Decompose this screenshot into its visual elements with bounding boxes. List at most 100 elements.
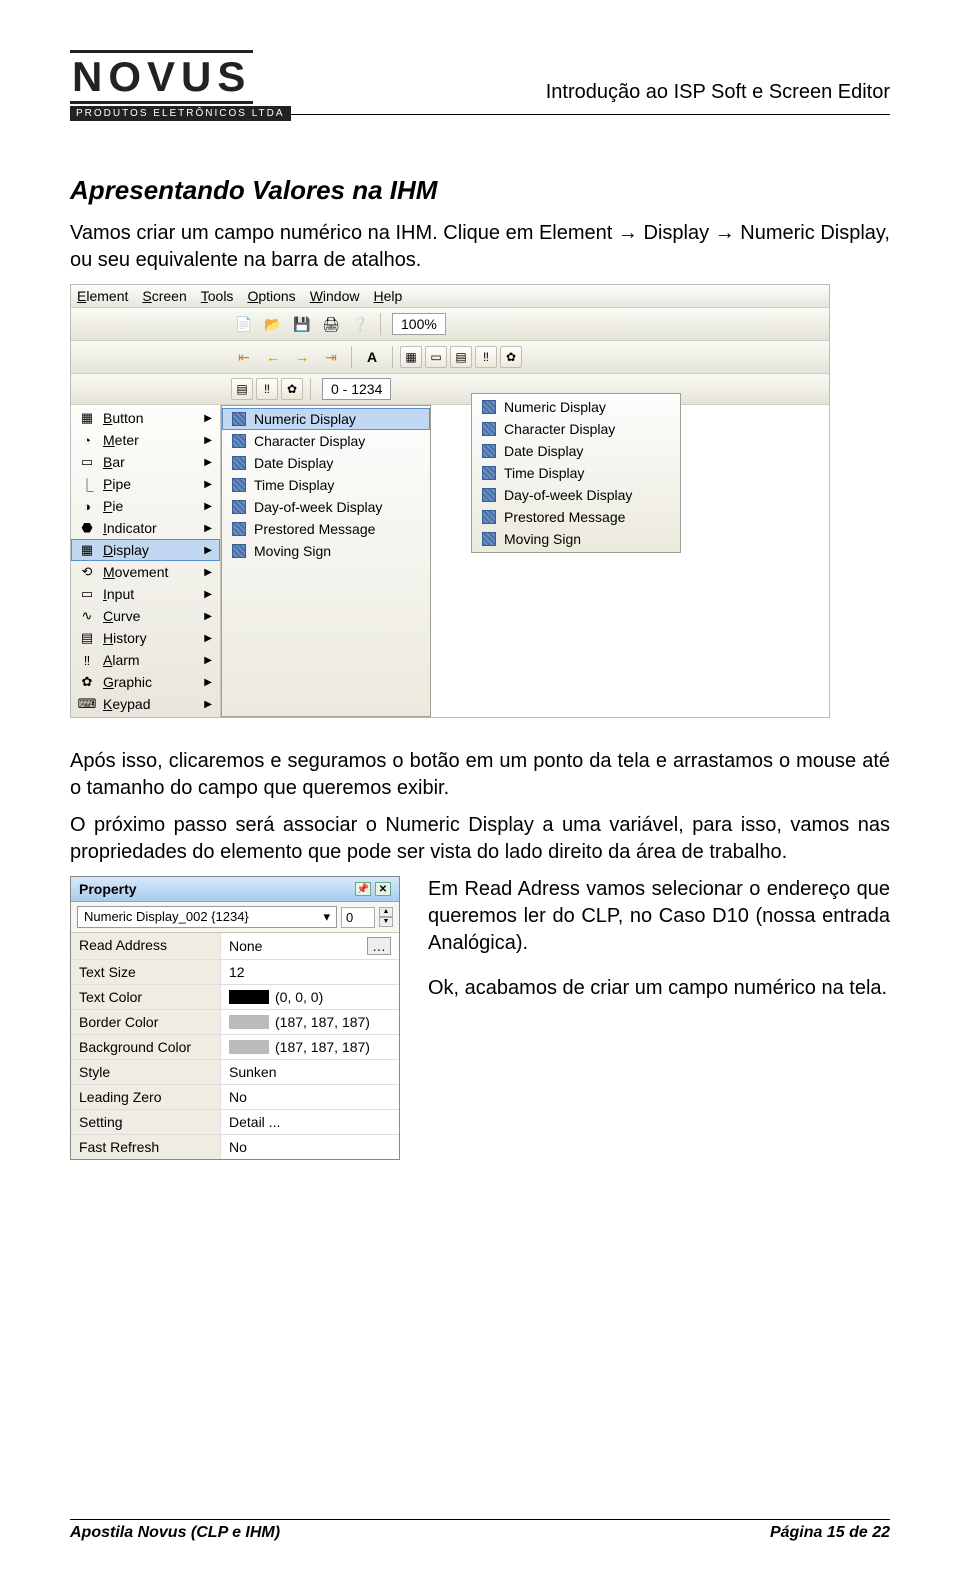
property-value[interactable]: 12	[221, 960, 399, 984]
toolbar-icon[interactable]: ✿	[281, 378, 303, 400]
object-index-field[interactable]: 0	[341, 907, 375, 928]
property-value-text: Detail ...	[229, 1114, 280, 1130]
paragraph-3: O próximo passo será associar o Numeric …	[70, 812, 890, 866]
property-value[interactable]: No	[221, 1085, 399, 1109]
submenu-arrow-icon: ▶	[204, 523, 212, 534]
menu-item-icon: ⎿	[79, 476, 95, 492]
display-type-icon	[232, 412, 246, 426]
paragraph-4: Em Read Adress vamos selecionar o endere…	[428, 876, 890, 957]
toolbar-btn[interactable]: 🖨	[318, 312, 344, 336]
toolbar-row-2: ⇤ ← → ⇥ A ▦ ▭ ▤ ‼ ✿	[71, 341, 829, 374]
submenu-arrow-icon: ▶	[204, 655, 212, 666]
display-type-icon	[232, 478, 246, 492]
menu-item-icon: ▤	[79, 630, 95, 646]
submenu-item-time-display[interactable]: Time Display	[222, 474, 430, 496]
element-menu-item-curve[interactable]: ∿ Curve ▶	[71, 605, 220, 627]
element-menu-item-pipe[interactable]: ⎿ Pipe ▶	[71, 473, 220, 495]
submenu-item-prestored-message[interactable]: Prestored Message	[222, 518, 430, 540]
property-value-text: No	[229, 1089, 247, 1105]
property-value-text: (187, 187, 187)	[275, 1014, 370, 1030]
property-value[interactable]: None…	[221, 933, 399, 959]
property-value[interactable]: No	[221, 1135, 399, 1159]
side-text-block: Em Read Adress vamos selecionar o endere…	[428, 876, 890, 1020]
menu-tools[interactable]: Tools	[201, 288, 234, 304]
toolbar-icon[interactable]: ▭	[425, 346, 447, 368]
toolbar-icon[interactable]: ‼	[256, 378, 278, 400]
toolbar-icon[interactable]: ✿	[500, 346, 522, 368]
toolbar-icon[interactable]: ▤	[450, 346, 472, 368]
display-type-icon	[482, 422, 496, 436]
menu-options[interactable]: Options	[247, 288, 295, 304]
property-value[interactable]: (0, 0, 0)	[221, 985, 399, 1009]
submenu-arrow-icon: ▶	[204, 589, 212, 600]
submenu-item-character-display[interactable]: Character Display	[222, 430, 430, 452]
element-menu-item-history[interactable]: ▤ History ▶	[71, 627, 220, 649]
submenu2-item-day-of-week-display[interactable]: Day-of-week Display	[472, 484, 680, 506]
object-select[interactable]: Numeric Display_002 {1234} ▾	[77, 906, 337, 928]
property-value[interactable]: Sunken	[221, 1060, 399, 1084]
separator	[392, 346, 393, 368]
arrow-left-icon[interactable]: ←	[260, 345, 286, 369]
toolbar-btn[interactable]: 📂	[260, 312, 286, 336]
submenu2-item-numeric-display[interactable]: Numeric Display	[472, 396, 680, 418]
property-value-text: Sunken	[229, 1064, 276, 1080]
toolbar-btn[interactable]: 📄	[231, 312, 257, 336]
submenu-item-label: Time Display	[254, 477, 334, 493]
element-menu-item-meter[interactable]: ◔ Meter ▶	[71, 429, 220, 451]
menu-item-label: Movement	[103, 564, 168, 580]
element-menu-item-movement[interactable]: ⟲ Movement ▶	[71, 561, 220, 583]
arrow-left-end-icon[interactable]: ⇤	[231, 345, 257, 369]
submenu2-item-moving-sign[interactable]: Moving Sign	[472, 528, 680, 550]
arrow-right-icon[interactable]: →	[289, 345, 315, 369]
submenu2-item-time-display[interactable]: Time Display	[472, 462, 680, 484]
toolbar-btn[interactable]: 💾	[289, 312, 315, 336]
menu-item-label: Pipe	[103, 476, 131, 492]
submenu-item-moving-sign[interactable]: Moving Sign	[222, 540, 430, 562]
property-value[interactable]: Detail ...	[221, 1110, 399, 1134]
zoom-field[interactable]: 100%	[392, 313, 446, 335]
arrow-right-end-icon[interactable]: ⇥	[318, 345, 344, 369]
submenu-item-numeric-display[interactable]: Numeric Display	[222, 408, 430, 430]
element-menu-item-pie[interactable]: ◑ Pie ▶	[71, 495, 220, 517]
menu-element[interactable]: Element	[77, 288, 128, 304]
property-value[interactable]: (187, 187, 187)	[221, 1010, 399, 1034]
element-menu-item-input[interactable]: ▭ Input ▶	[71, 583, 220, 605]
element-menu-item-indicator[interactable]: ⬣ Indicator ▶	[71, 517, 220, 539]
menu-window[interactable]: Window	[310, 288, 360, 304]
display-type-icon	[482, 488, 496, 502]
submenu-arrow-icon: ▶	[204, 435, 212, 446]
menu-item-icon: ◑	[79, 498, 95, 514]
submenu-item-day-of-week-display[interactable]: Day-of-week Display	[222, 496, 430, 518]
submenu-arrow-icon: ▶	[204, 567, 212, 578]
submenu2-item-prestored-message[interactable]: Prestored Message	[472, 506, 680, 528]
property-value[interactable]: (187, 187, 187)	[221, 1035, 399, 1059]
element-menu-item-graphic[interactable]: ✿ Graphic ▶	[71, 671, 220, 693]
property-row-fast-refresh: Fast Refresh No	[71, 1134, 399, 1159]
chevron-down-icon: ▾	[323, 909, 330, 925]
ellipsis-button[interactable]: …	[367, 937, 391, 955]
submenu2-item-date-display[interactable]: Date Display	[472, 440, 680, 462]
submenu-item-date-display[interactable]: Date Display	[222, 452, 430, 474]
element-menu-item-keypad[interactable]: ⌨ Keypad ▶	[71, 693, 220, 715]
close-icon[interactable]: ✕	[375, 882, 391, 896]
element-menu-item-display[interactable]: ▦ Display ▶	[71, 539, 220, 561]
menu-help[interactable]: Help	[374, 288, 403, 304]
toolbar-icon[interactable]: ▤	[231, 378, 253, 400]
property-panel: Property 📌 ✕ Numeric Display_002 {1234} …	[70, 876, 400, 1160]
range-field[interactable]: 0 - 1234	[322, 378, 391, 400]
menu-screen[interactable]: Screen	[142, 288, 186, 304]
menu-item-label: Alarm	[103, 652, 140, 668]
toolbar-btn[interactable]: ❔	[347, 312, 373, 336]
pin-icon[interactable]: 📌	[355, 882, 371, 896]
element-menu-item-button[interactable]: ▦ Button ▶	[71, 407, 220, 429]
spinner[interactable]: ▲▼	[379, 907, 393, 927]
text-style-icon[interactable]: A	[359, 345, 385, 369]
paragraph-1: Vamos criar um campo numérico na IHM. Cl…	[70, 220, 890, 274]
display-type-icon	[232, 544, 246, 558]
submenu2-item-character-display[interactable]: Character Display	[472, 418, 680, 440]
para1-text-a: Vamos criar um campo numérico na IHM. Cl…	[70, 222, 618, 244]
toolbar-icon[interactable]: ▦	[400, 346, 422, 368]
toolbar-icon[interactable]: ‼	[475, 346, 497, 368]
element-menu-item-bar[interactable]: ▭ Bar ▶	[71, 451, 220, 473]
element-menu-item-alarm[interactable]: ‼ Alarm ▶	[71, 649, 220, 671]
